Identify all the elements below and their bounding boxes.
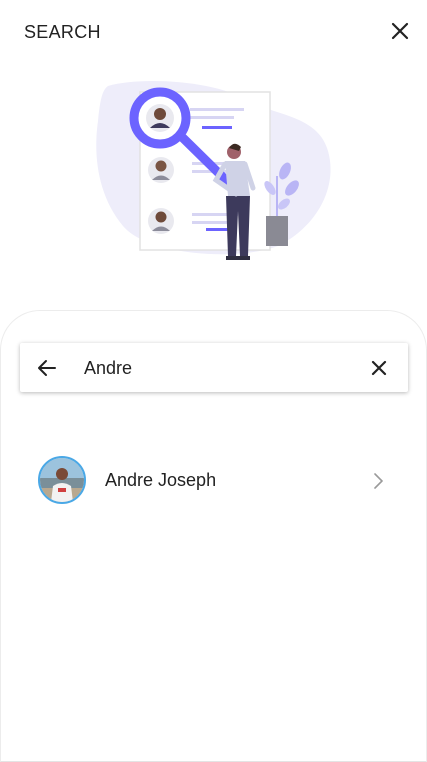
search-illustration [96,81,331,260]
close-button[interactable] [387,18,413,44]
arrow-left-icon [38,360,56,376]
clear-search-button[interactable] [366,355,392,381]
close-icon [371,360,387,376]
search-input[interactable] [84,355,354,381]
header: SEARCH [0,0,427,64]
search-screen: SEARCH Andre Andre Joseph [0,0,427,762]
page-title: SEARCH [24,22,101,42]
close-icon [391,22,409,40]
result-name: Andre Joseph [105,470,217,490]
avatar-photo-icon [40,458,84,502]
chevron-right-icon [368,470,388,492]
back-button[interactable] [34,355,60,381]
avatar [38,456,86,504]
search-bar [20,343,408,392]
list-item[interactable]: Andre Joseph [20,450,408,512]
